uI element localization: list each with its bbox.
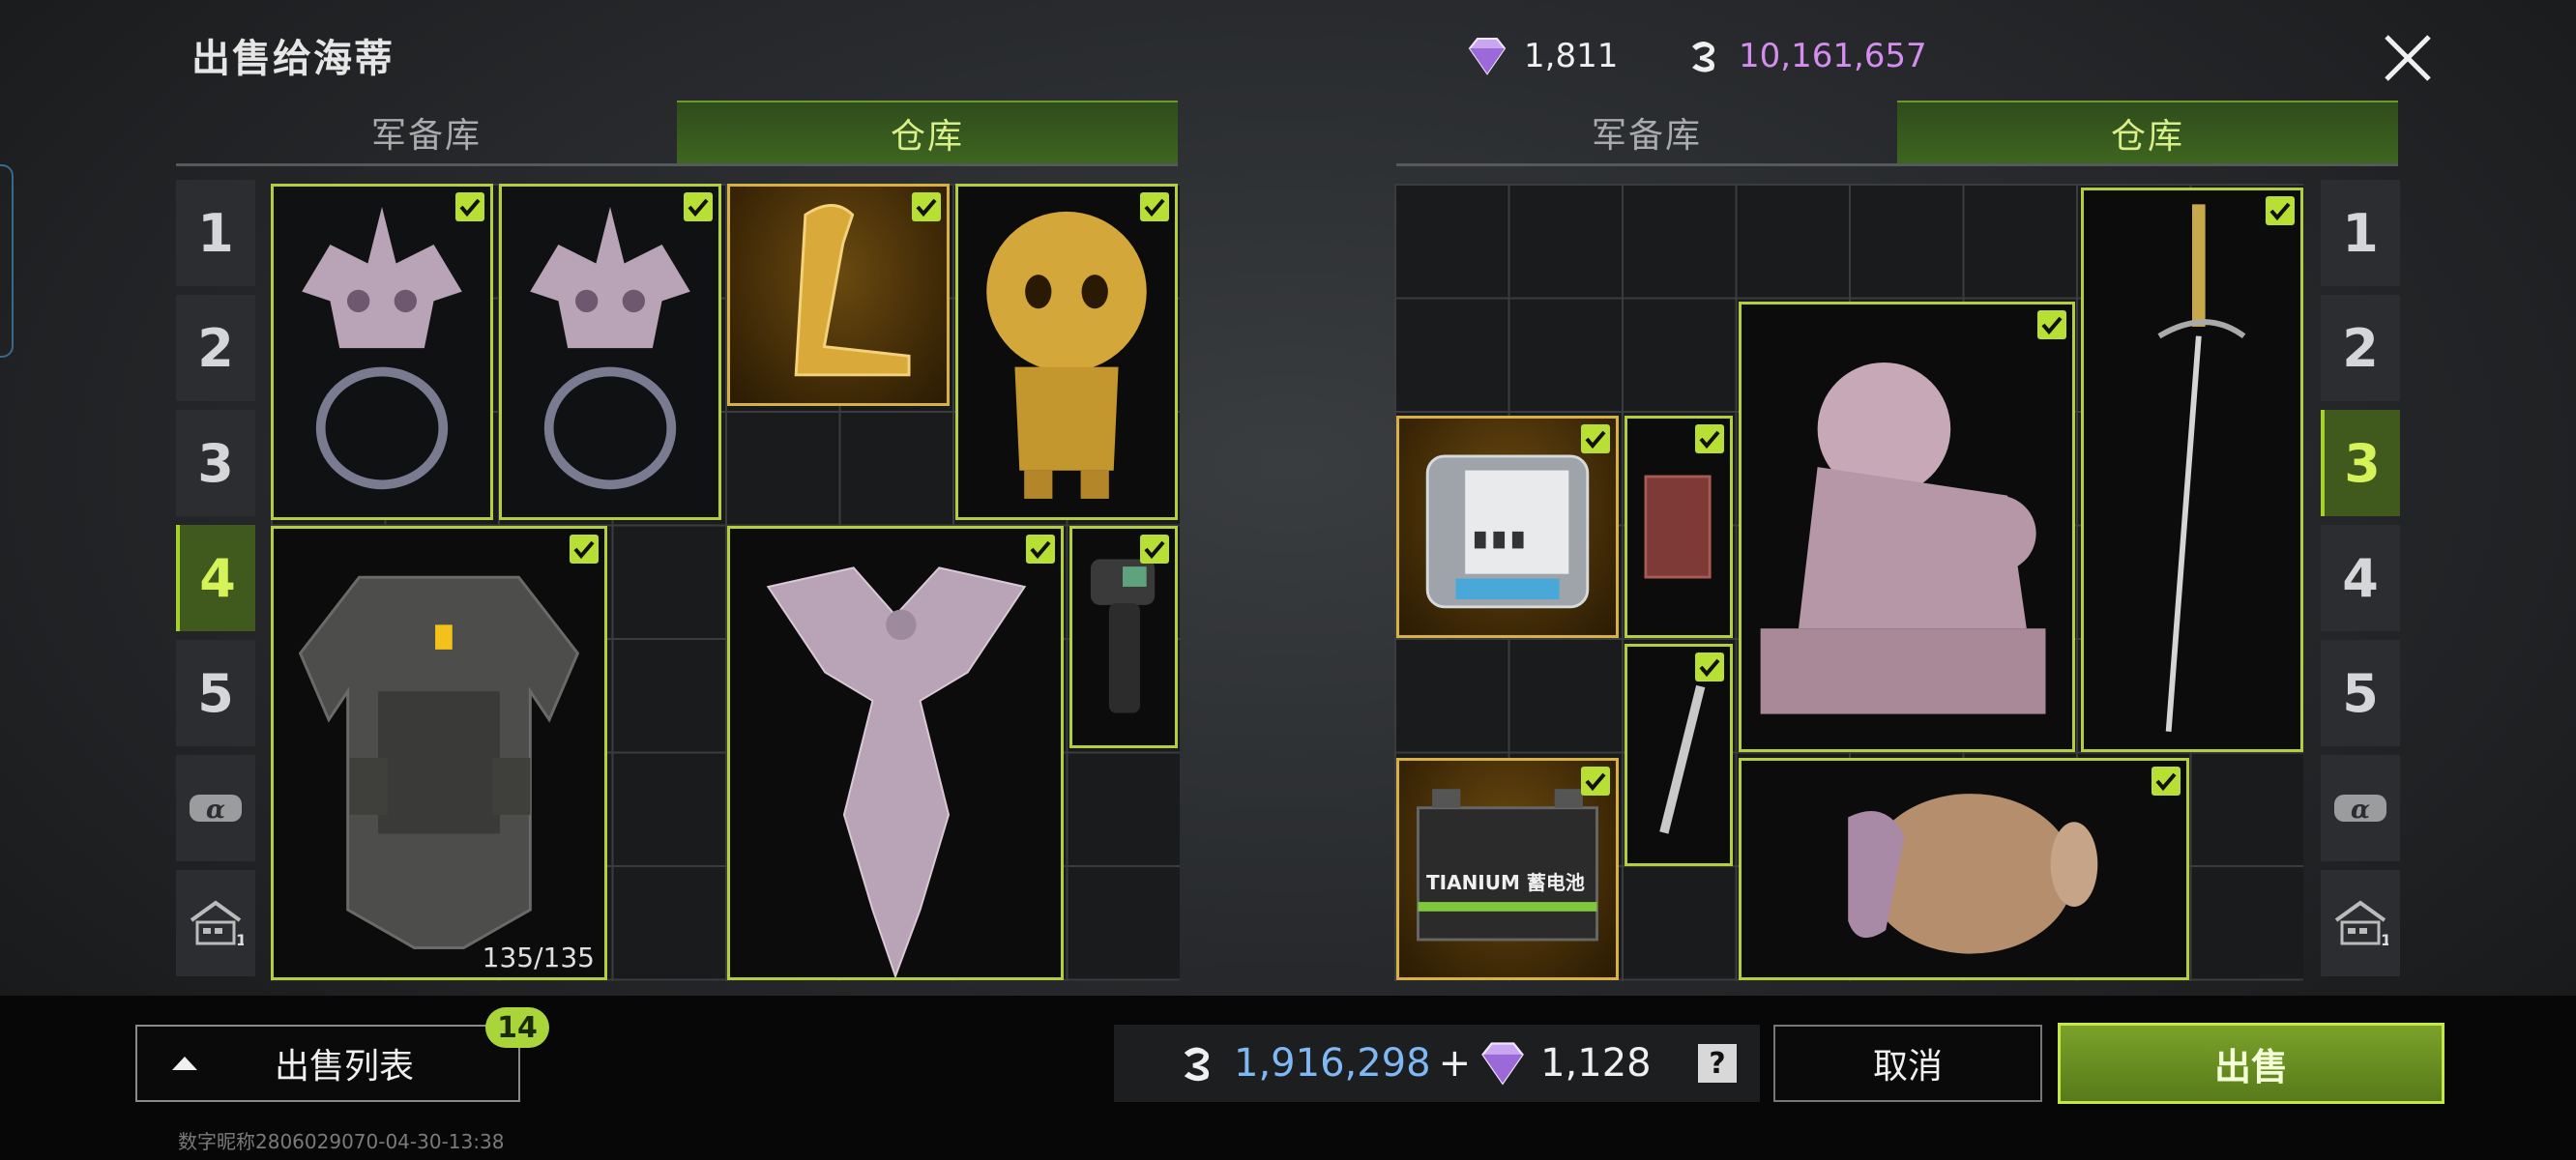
- cancel-button[interactable]: 取消: [1773, 1025, 2042, 1102]
- page-3-right[interactable]: 3: [2321, 410, 2400, 516]
- right-tabbar: 军备库 仓库: [1396, 101, 2398, 166]
- tab-armory-left[interactable]: 军备库: [176, 101, 677, 163]
- alpha-icon: α: [190, 795, 242, 825]
- checkbox-icon[interactable]: [2152, 767, 2181, 796]
- checkbox-icon[interactable]: [2037, 310, 2066, 339]
- item-lion-statue[interactable]: [1739, 302, 2075, 752]
- svg-text:α: α: [2351, 796, 2370, 825]
- warehouse-icon: 1: [190, 900, 244, 947]
- diamond-balance: 1,811: [1466, 37, 1618, 75]
- diamond-icon: [1481, 1042, 1524, 1086]
- left-edge-handle[interactable]: [0, 164, 14, 358]
- item-door-knocker-1[interactable]: [271, 184, 493, 520]
- home-page-right[interactable]: 1: [2321, 870, 2400, 976]
- left-page-list: 1 2 3 4 5 α 1: [176, 180, 255, 985]
- item-phoenix-statue[interactable]: [727, 526, 1064, 980]
- sell-button[interactable]: 出售: [2058, 1023, 2444, 1104]
- help-icon[interactable]: ?: [1698, 1044, 1737, 1083]
- tab-warehouse-right[interactable]: 仓库: [1897, 101, 2398, 163]
- page-2-right[interactable]: 2: [2321, 295, 2400, 401]
- svg-text:1: 1: [2381, 931, 2388, 947]
- checkbox-icon[interactable]: [570, 535, 599, 564]
- coin-icon: [1692, 42, 1714, 72]
- close-icon: [2385, 35, 2431, 81]
- checkbox-icon[interactable]: [455, 192, 484, 221]
- alpha-page-right[interactable]: α: [2321, 755, 2400, 861]
- item-golden-snake[interactable]: [727, 184, 950, 406]
- page-5-right[interactable]: 5: [2321, 640, 2400, 746]
- item-rapier[interactable]: [2081, 188, 2303, 752]
- tab-warehouse-left[interactable]: 仓库: [677, 101, 1178, 163]
- left-inventory-grid: 135/135: [271, 184, 1180, 981]
- page-3-left[interactable]: 3: [176, 410, 255, 516]
- item-scalpel[interactable]: [1625, 644, 1733, 866]
- door-knocker-icon: [530, 207, 690, 490]
- sell-count-badge: 14: [485, 1007, 549, 1048]
- body-armor-icon: [298, 575, 580, 949]
- durability-value: 135/135: [482, 942, 595, 973]
- item-thermometer-gun[interactable]: [1069, 526, 1178, 748]
- right-page-list: 1 2 3 4 5 α 1: [2321, 180, 2400, 985]
- svg-text:α: α: [206, 796, 225, 825]
- door-knocker-icon: [302, 207, 462, 490]
- checkbox-icon[interactable]: [912, 192, 941, 221]
- vase-icon: [1848, 794, 2098, 954]
- page-title: 出售给海蒂: [191, 37, 395, 81]
- coin-balance: 10,161,657: [1684, 37, 1927, 75]
- sale-total: 1,916,298 + 1,128 ?: [1114, 1025, 1760, 1102]
- checkbox-icon[interactable]: [1140, 192, 1169, 221]
- page-2-left[interactable]: 2: [176, 295, 255, 401]
- item-power-station[interactable]: [1396, 416, 1619, 638]
- item-vase[interactable]: [1739, 758, 2189, 980]
- right-inventory-grid: TIANIUM 蓄电池: [1394, 184, 2303, 981]
- warehouse-icon: 1: [2334, 900, 2388, 947]
- checkbox-icon[interactable]: [1695, 652, 1724, 682]
- alpha-page-left[interactable]: α: [176, 755, 255, 861]
- item-door-knocker-2[interactable]: [499, 184, 721, 520]
- home-page-left[interactable]: 1: [176, 870, 255, 976]
- diamond-icon: [1468, 38, 1507, 75]
- checkbox-icon[interactable]: [2266, 196, 2295, 225]
- coin-total: 1,916,298: [1234, 1041, 1431, 1086]
- checkbox-icon[interactable]: [684, 192, 713, 221]
- close-button[interactable]: [2369, 19, 2446, 97]
- coin-icon: [1184, 1047, 1210, 1082]
- checkbox-icon[interactable]: [1581, 767, 1610, 796]
- page-1-left[interactable]: 1: [176, 180, 255, 286]
- checkbox-icon[interactable]: [1695, 424, 1724, 453]
- page-1-right[interactable]: 1: [2321, 180, 2400, 286]
- plus-sign: +: [1438, 1041, 1472, 1086]
- sell-list-button[interactable]: 出售列表: [135, 1025, 520, 1102]
- page-4-left[interactable]: 4: [176, 525, 255, 631]
- battery-label: TIANIUM 蓄电池: [1426, 871, 1585, 894]
- diamond-total: 1,128: [1540, 1041, 1652, 1086]
- alpha-icon: α: [2334, 795, 2386, 825]
- rapier-icon: [2157, 204, 2246, 732]
- svg-text:1: 1: [236, 931, 244, 947]
- checkbox-icon[interactable]: [1140, 535, 1169, 564]
- item-golden-mummy[interactable]: [955, 184, 1178, 520]
- item-body-armor[interactable]: 135/135: [271, 526, 607, 980]
- player-id: 数字昵称2806029070-04-30-13:38: [178, 1130, 505, 1153]
- golden-mummy-icon: [986, 211, 1147, 499]
- page-4-right[interactable]: 4: [2321, 525, 2400, 631]
- left-tabbar: 军备库 仓库: [176, 101, 1178, 166]
- caret-up-icon: [172, 1057, 197, 1070]
- item-car-battery[interactable]: TIANIUM 蓄电池: [1396, 758, 1619, 980]
- item-book[interactable]: [1625, 416, 1733, 638]
- tab-armory-right[interactable]: 军备库: [1396, 101, 1897, 163]
- checkbox-icon[interactable]: [1581, 424, 1610, 453]
- page-5-left[interactable]: 5: [176, 640, 255, 746]
- checkbox-icon[interactable]: [1026, 535, 1055, 564]
- lion-statue-icon: [1760, 362, 2046, 714]
- phoenix-statue-icon: [766, 566, 1027, 977]
